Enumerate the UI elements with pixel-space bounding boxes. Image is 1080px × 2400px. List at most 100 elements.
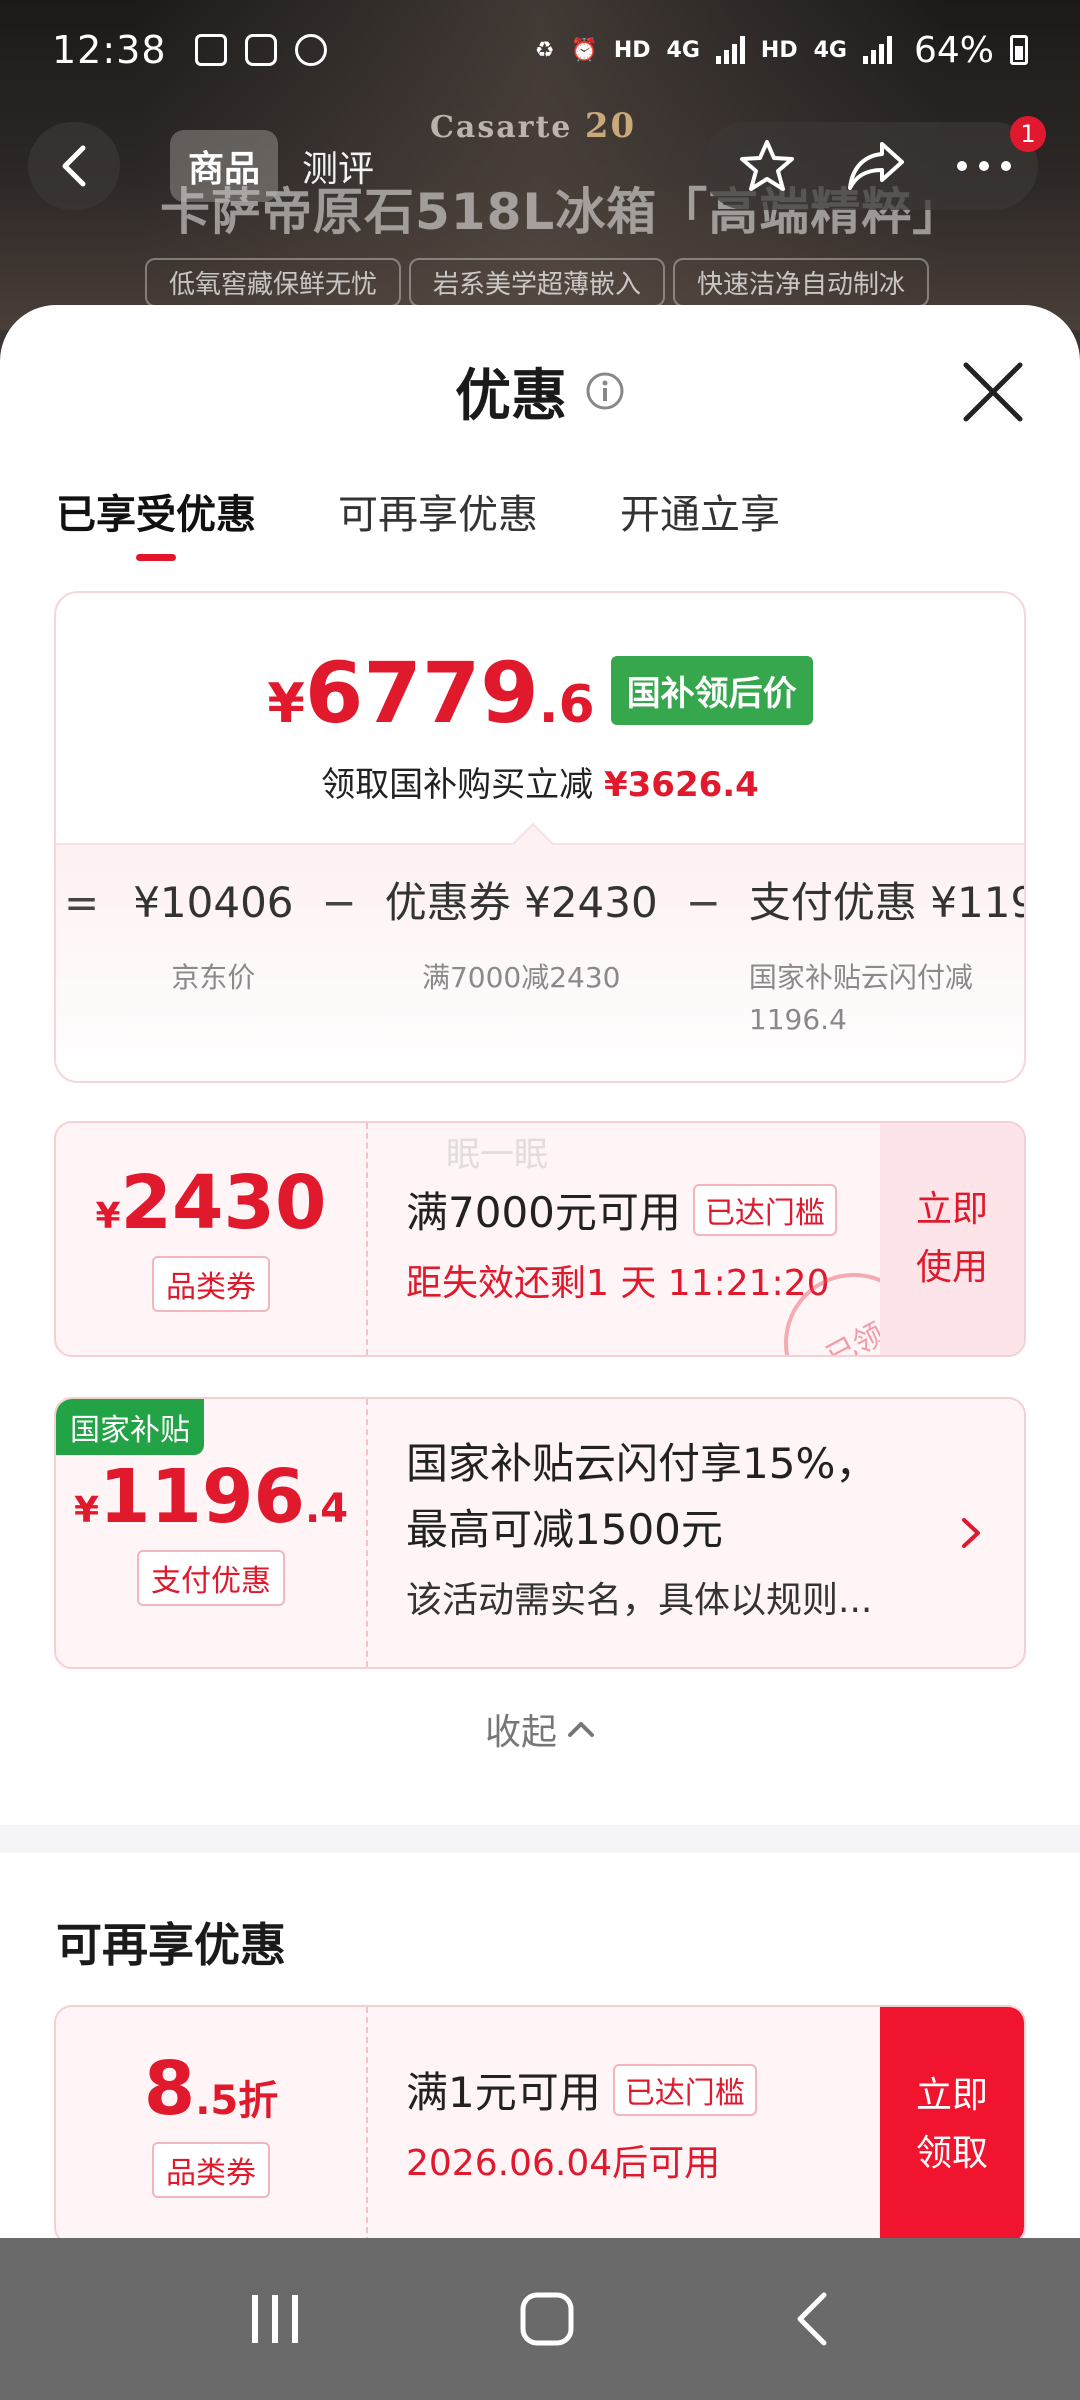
payment-discount-amount: 支付优惠 ¥1196.4: [748, 878, 1024, 927]
subsidy-desc-line2: 最高可减1500元: [406, 1505, 723, 1554]
tab-enjoyed-discounts[interactable]: 已享受优惠: [56, 467, 256, 555]
discount-coupon-card: 8.5折 品类券 满1元可用 已达门槛 2026.06.04后可用 立即 领取: [54, 2005, 1026, 2238]
more-icon[interactable]: [956, 160, 1012, 172]
payment-discount-rule: 国家补贴云闪付减 1196.4: [748, 961, 973, 1036]
minus-sign: −: [321, 878, 357, 927]
saving-amount: ¥3626.4: [603, 765, 759, 805]
discount-tabs: 已享受优惠 可再享优惠 开通立享: [0, 467, 1080, 567]
sheet-header: 优惠: [0, 305, 1080, 477]
coupon-type-tag: 品类券: [152, 1256, 270, 1312]
coupon-item: 优惠券 ¥2430 满7000减2430: [385, 875, 658, 999]
coupon-value-section: ¥2430 品类券: [56, 1123, 366, 1355]
jd-price: ¥10406: [133, 878, 294, 927]
national-subsidy-card[interactable]: 国家补贴 ¥1196.4 支付优惠 国家补贴云闪付享15%， 最高可减1500元…: [54, 1397, 1026, 1669]
jd-price-label: 京东价: [171, 961, 256, 994]
network-hd-label-2: HD: [760, 37, 798, 63]
alarm-icon: ⏰: [570, 37, 598, 63]
price-summary-card: ¥6779.6 国补领后价 领取国补购买立减 ¥3626.4 = ¥10406 …: [54, 591, 1026, 1083]
final-price-line: ¥6779.6 国补领后价: [56, 651, 1024, 735]
discount-condition: 满1元可用: [406, 2068, 601, 2117]
final-price-section: ¥6779.6 国补领后价 领取国补购买立减 ¥3626.4: [56, 593, 1024, 843]
recycle-icon: ♻: [534, 37, 555, 63]
coupon-divider: [366, 1399, 368, 1667]
tab-more-discounts[interactable]: 可再享优惠: [338, 467, 538, 555]
coupon-divider: [366, 1123, 368, 1355]
coupon-countdown: 距失效还剩1 天 11:21:20: [406, 1263, 830, 1304]
payment-discount-tag: 支付优惠: [137, 1550, 285, 1606]
app-notification-icon: [294, 34, 327, 66]
price-calculation: = ¥10406 京东价 − 优惠券 ¥2430 满7000减2430 − 支付…: [64, 875, 1024, 1041]
final-price: ¥6779.6: [267, 644, 595, 742]
subsidy-value: ¥1196.4: [73, 1454, 349, 1540]
threshold-reached-tag: 已达门槛: [692, 1183, 837, 1236]
home-icon[interactable]: [518, 2290, 576, 2348]
jd-price-item: ¥10406 京东价: [133, 875, 293, 999]
product-tabs: 商品 测评: [170, 130, 392, 202]
use-now-button[interactable]: 立即 使用: [880, 1123, 1024, 1355]
status-bar: 12:38 ♻ ⏰ HD 4G HD 4G 64%: [0, 0, 1080, 100]
subsidy-price-label: 国补领后价: [610, 656, 813, 725]
sheet-title: 优惠: [455, 363, 567, 429]
coupon-rule: 满7000减2430: [421, 961, 621, 994]
system-nav-bar: [0, 2238, 1080, 2400]
claim-now-button[interactable]: 立即 领取: [880, 2007, 1024, 2238]
gallery-icon: [194, 34, 227, 66]
product-tag: 低氧窖藏保鲜无忧: [145, 258, 402, 307]
network-4g-label: 4G: [666, 37, 700, 63]
coupon-amount: 优惠券 ¥2430: [384, 878, 658, 927]
discount-value-section: 8.5折 品类券: [56, 2007, 366, 2238]
recent-apps-icon[interactable]: [248, 2291, 302, 2347]
battery-icon: [1010, 35, 1028, 65]
subsidy-value-section: ¥1196.4 支付优惠: [56, 1399, 366, 1667]
back-nav-icon[interactable]: [792, 2290, 832, 2348]
coupon-condition: 满7000元可用: [406, 1188, 681, 1237]
status-time: 12:38: [52, 28, 167, 72]
chevron-right-icon[interactable]: [960, 1516, 982, 1550]
minus-sign-2: −: [685, 878, 721, 927]
collapse-button[interactable]: 收起: [0, 1703, 1080, 1755]
product-tag: 快速洁净自动制冰: [673, 258, 930, 307]
close-icon[interactable]: [958, 357, 1028, 427]
section-divider: [0, 1825, 1080, 1853]
product-tags: 低氧窖藏保鲜无忧 岩系美学超薄嵌入 快速洁净自动制冰: [145, 258, 930, 307]
signal-icon-2: [862, 36, 892, 64]
coupon-divider: [366, 2007, 368, 2238]
discount-valid-date: 2026.06.04后可用: [406, 2143, 721, 2184]
subsidy-info: 国家补贴云闪付享15%， 最高可减1500元 该活动需实名，具体以规则...: [406, 1431, 877, 1623]
threshold-reached-tag: 已达门槛: [612, 2063, 757, 2116]
back-button[interactable]: [28, 122, 120, 210]
coupon-condition-line: 满7000元可用 已达门槛: [406, 1179, 837, 1240]
info-icon[interactable]: [585, 371, 625, 411]
tab-activate-discounts[interactable]: 开通立享: [620, 467, 780, 555]
network-4g-label-2: 4G: [813, 37, 847, 63]
equals-sign: =: [64, 878, 100, 927]
payment-discount-item: 支付优惠 ¥1196.4 国家补贴云闪付减1196.4: [748, 875, 1024, 1041]
chevron-up-icon: [568, 1722, 594, 1737]
coupon-info: 满7000元可用 已达门槛 距失效还剩1 天 11:21:20: [406, 1179, 837, 1306]
tab-review[interactable]: 测评: [284, 130, 392, 202]
category-coupon-card: ¥2430 品类券 眠一眠 满7000元可用 已达门槛 距失效还剩1 天 11:…: [54, 1121, 1026, 1357]
battery-percent: 64%: [913, 29, 994, 71]
coupon-value: ¥2430: [95, 1160, 327, 1246]
product-tag: 岩系美学超薄嵌入: [409, 258, 666, 307]
discount-condition-line: 满1元可用 已达门槛: [406, 2059, 757, 2120]
subsidy-desc-line3: 该活动需实名，具体以规则...: [406, 1580, 873, 1621]
chevron-left-icon: [62, 145, 86, 187]
coupon-type-tag: 品类券: [152, 2142, 270, 2198]
discount-value: 8.5折: [143, 2046, 279, 2132]
price-breakdown: = ¥10406 京东价 − 优惠券 ¥2430 满7000减2430 − 支付…: [56, 822, 1024, 1081]
discount-info: 满1元可用 已达门槛 2026.06.04后可用: [406, 2059, 757, 2186]
notification-badge: 1: [1010, 116, 1046, 152]
more-discounts-title: 可再享优惠: [56, 1918, 286, 1972]
discount-sheet: 优惠 已享受优惠 可再享优惠 开通立享 ¥6779.6 国补领后价 领取国补购买…: [0, 305, 1080, 2238]
network-hd-label: HD: [613, 37, 651, 63]
product-top-nav: 商品 测评 1: [28, 116, 1046, 210]
status-right: ♻ ⏰ HD 4G HD 4G 64%: [535, 30, 1028, 71]
top-actions: 1: [702, 116, 1046, 210]
share-icon[interactable]: [846, 140, 906, 192]
status-notification-icons: [194, 34, 327, 66]
star-favorite-icon[interactable]: [738, 138, 796, 194]
tab-product[interactable]: 商品: [170, 130, 279, 202]
signal-icon: [715, 36, 745, 64]
subsidy-desc-line1: 国家补贴云闪付享15%，: [406, 1439, 878, 1488]
